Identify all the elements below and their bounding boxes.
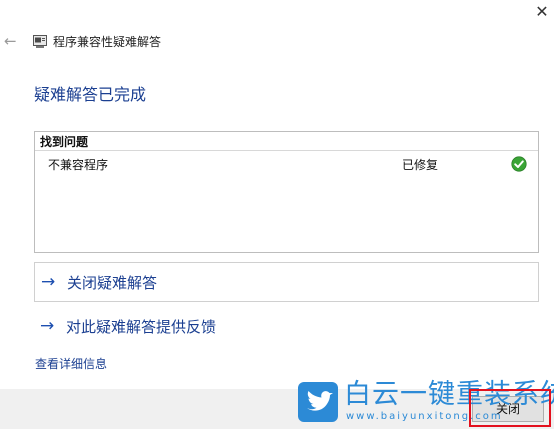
feedback-link[interactable]: → 对此疑难解答提供反馈: [34, 307, 539, 347]
back-arrow-icon[interactable]: ←: [4, 32, 22, 50]
bird-logo-icon: [298, 382, 338, 422]
app-title: 程序兼容性疑难解答: [53, 35, 162, 49]
problem-name: 不兼容程序: [48, 158, 109, 172]
arrow-right-icon: →: [41, 272, 56, 292]
window-close-icon[interactable]: ✕: [530, 0, 554, 24]
view-details-link[interactable]: 查看详细信息: [35, 357, 107, 372]
troubleshooter-icon: [33, 35, 47, 48]
problem-status: 已修复: [402, 158, 439, 172]
check-circle-icon: [511, 156, 527, 172]
feedback-label: 对此疑难解答提供反馈: [66, 318, 217, 336]
arrow-right-icon: →: [40, 316, 55, 336]
page-heading: 疑难解答已完成: [34, 85, 147, 104]
results-header: 找到问题: [40, 135, 89, 149]
close-troubleshooter-label: 关闭疑难解答: [67, 274, 158, 292]
results-divider: [35, 150, 538, 151]
results-box: 找到问题 不兼容程序 已修复: [34, 131, 539, 253]
close-troubleshooter-link[interactable]: → 关闭疑难解答: [34, 262, 539, 302]
close-button-highlight: [469, 389, 551, 427]
